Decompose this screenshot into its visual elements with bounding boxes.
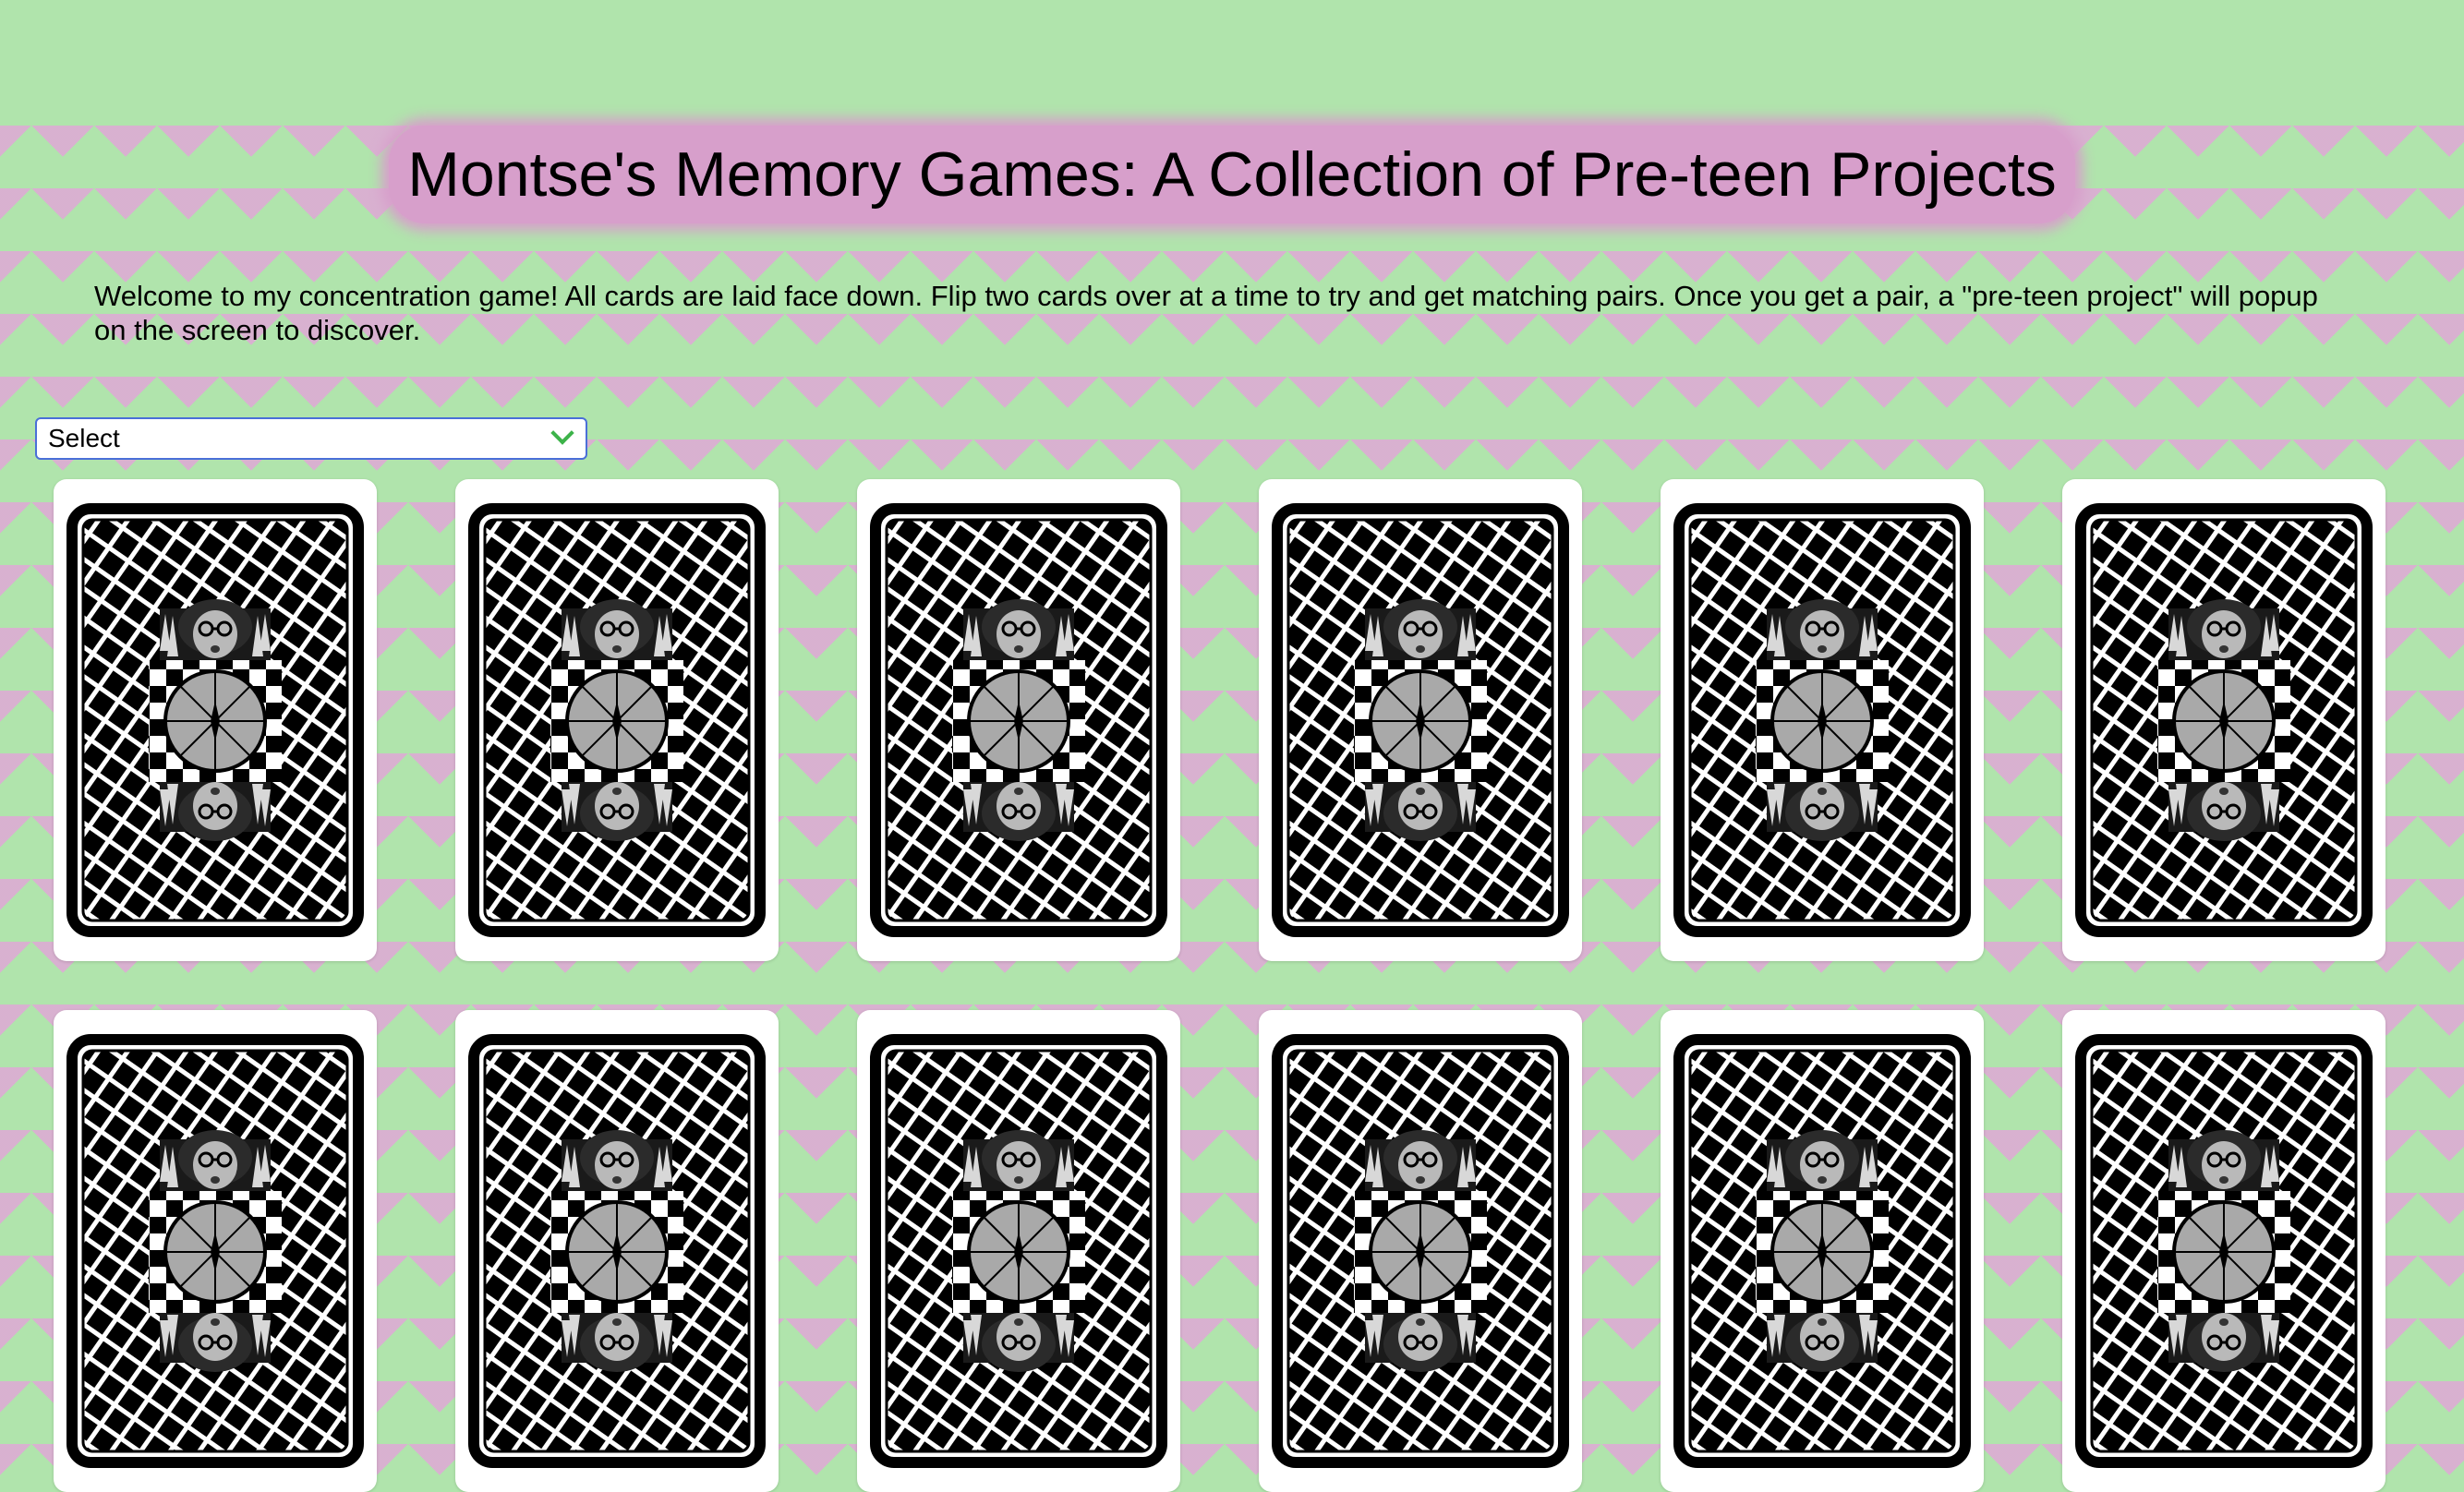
game-select[interactable]: Select (35, 417, 587, 460)
card-back-image (1673, 503, 1971, 937)
card-back-image (468, 1034, 766, 1468)
memory-card[interactable] (857, 1010, 1180, 1492)
card-back-image (2075, 503, 2373, 937)
game-select-value: Select (48, 424, 120, 452)
memory-card[interactable] (455, 479, 779, 961)
background-band (0, 0, 2464, 114)
card-back-image (1673, 1034, 1971, 1468)
card-back-image (870, 503, 1167, 937)
page-title: Montse's Memory Games: A Collection of P… (389, 126, 2075, 223)
header: Montse's Memory Games: A Collection of P… (0, 114, 2464, 235)
memory-card[interactable] (857, 479, 1180, 961)
card-back-image (66, 1034, 364, 1468)
card-back-image (468, 503, 766, 937)
chevron-down-icon (550, 421, 574, 445)
memory-card[interactable] (54, 479, 377, 961)
intro-text: Welcome to my concentration game! All ca… (94, 280, 2318, 346)
card-back-image (1272, 503, 1569, 937)
memory-card[interactable] (1259, 479, 1582, 961)
memory-card[interactable] (2062, 1010, 2385, 1492)
memory-card[interactable] (2062, 479, 2385, 961)
card-back-image (1272, 1034, 1569, 1468)
memory-card[interactable] (1661, 1010, 1984, 1492)
memory-card[interactable] (1661, 479, 1984, 961)
memory-card[interactable] (455, 1010, 779, 1492)
card-back-image (870, 1034, 1167, 1468)
card-back-image (66, 503, 364, 937)
card-back-image (2075, 1034, 2373, 1468)
memory-card[interactable] (1259, 1010, 1582, 1492)
memory-card[interactable] (54, 1010, 377, 1492)
